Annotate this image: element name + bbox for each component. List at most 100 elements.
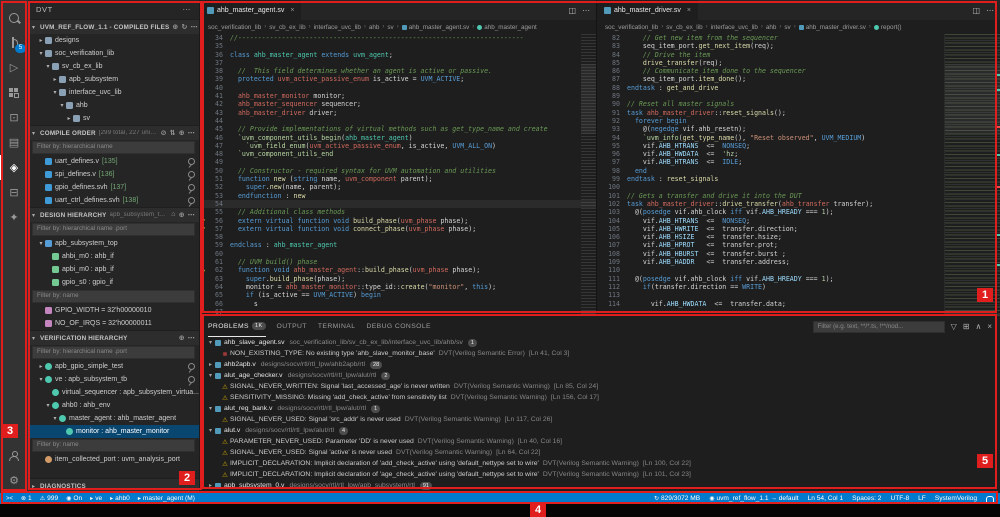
hier-crumb-master-agent[interactable]: ▸ master_agent (M) — [138, 495, 195, 502]
tools-icon[interactable]: ✦ — [0, 205, 28, 230]
section-action-icon[interactable]: ⋯ — [188, 211, 195, 219]
pin-icon[interactable] — [188, 158, 195, 165]
breadcrumb-item[interactable]: sv — [387, 24, 393, 31]
breadcrumb-item[interactable]: sv_cb_ex_lib — [666, 24, 702, 31]
section-action-icon[interactable]: ⇅ — [170, 129, 176, 137]
tree-item[interactable]: NO_OF_IRQS = 32'h00000011 — [28, 317, 199, 330]
tree-item[interactable]: ▾ apb_subsystem_top — [28, 237, 199, 250]
problem-issue-row[interactable]: ⚠ SENSITIVITY_MISSING: Missing 'add_check… — [200, 392, 1000, 403]
tree-item[interactable]: virtual_sequencer : apb_subsystem_virtua… — [28, 386, 199, 399]
hier-crumb-ve[interactable]: ▸ ve — [90, 495, 102, 502]
editor-action-icon[interactable]: ⋯ — [986, 6, 994, 15]
breadcrumb-item[interactable]: ahb — [369, 24, 380, 31]
breadcrumb-item[interactable]: interface_uvc_lib — [314, 24, 361, 31]
breadcrumb-item[interactable]: ahb — [766, 24, 777, 31]
indent-setting[interactable]: Spaces: 2 — [852, 495, 881, 502]
tree-item[interactable]: ▾ ahb0 : ahb_env — [28, 399, 199, 412]
problem-file-row[interactable]: ▸ apb_subsystem_0.v designs/socv/rtl/rtl_l… — [200, 480, 1000, 491]
filter-hint-input[interactable]: Filter by: name — [32, 290, 195, 303]
editor-action-icon[interactable]: ◫ — [972, 6, 980, 15]
section-action-icon[interactable]: ⋯ — [188, 334, 195, 342]
tree-item[interactable]: item_collected_port : uvm_analysis_port — [28, 453, 199, 466]
code-area[interactable]: 82 // Get new item from the sequencer 83 … — [597, 34, 1000, 315]
section-action-icon[interactable]: ⊘ — [161, 129, 167, 137]
section-action-icon[interactable]: ⊕ — [172, 23, 178, 31]
tree-item[interactable]: ▸ designs — [28, 34, 199, 47]
panel-tab-problems[interactable]: PROBLEMS 1K — [208, 316, 266, 337]
tree-item[interactable]: ▸ apb_subsystem — [28, 73, 199, 86]
section-header-compile-order[interactable]: ▾ COMPILE ORDER [299 total, 227 uniq...] ⊘ ⇅… — [28, 125, 199, 140]
filter-hint-input[interactable]: Filter by: name — [32, 439, 195, 452]
account-icon[interactable] — [0, 443, 28, 468]
filter-hint-input[interactable]: Filter by: hierarchical name .port — [32, 223, 195, 236]
breadcrumb-item[interactable]: ahb_master_agent.sv — [401, 24, 469, 31]
tree-item[interactable]: uart_ctrl_defines.svh [138] — [28, 194, 199, 207]
panel-tab-debug-console[interactable]: DEBUG CONSOLE — [366, 316, 431, 337]
dvt-build-config[interactable]: ◉ uvm_ref_flow_1.1 → default — [709, 495, 798, 502]
code-area[interactable]: 34 //------------------------------------… — [200, 34, 596, 315]
pin-icon[interactable] — [188, 363, 195, 370]
tree-item[interactable]: GPIO_WIDTH = 32'h00000010 — [28, 304, 199, 317]
source-control-icon[interactable]: 5 — [0, 30, 28, 55]
problem-issue-row[interactable]: ⚠ IMPLICIT_DECLARATION: Implicit declarat… — [200, 469, 1000, 480]
pin-icon[interactable] — [188, 184, 195, 191]
eol[interactable]: LF — [918, 495, 926, 502]
warnings-count[interactable]: ⚠ 999 — [40, 495, 58, 502]
problem-file-row[interactable]: ▾ ahb_slave_agent.sv soc_verification_lib/… — [200, 337, 1000, 348]
views-icon[interactable]: ⊞ — [963, 322, 970, 331]
section-header-uvm-ref-flow-1-1-compiled-files[interactable]: ▾ UVM_REF_FLOW_1.1 - COMPILED FILES ⊕ ↻ ⋯ — [28, 19, 199, 34]
filter-hint-input[interactable]: Filter by: hierarchical name .port — [32, 346, 195, 359]
problem-issue-row[interactable]: ⚠ SIGNAL_NEVER_WRITTEN: Signal 'last_acce… — [200, 381, 1000, 392]
tree-item[interactable]: spi_defines.v [136] — [28, 168, 199, 181]
breadcrumb-item[interactable]: ahb_master_driver.sv — [798, 24, 866, 31]
remote-explorer-icon[interactable]: ⊡ — [0, 105, 28, 130]
panel-tab-output[interactable]: OUTPUT — [277, 316, 307, 337]
minimap-slider[interactable] — [945, 64, 1000, 134]
tab-close-icon[interactable]: × — [290, 7, 294, 14]
dvt-status[interactable]: ◉ On — [66, 495, 82, 502]
breadcrumb-item[interactable]: ahb_master_agent — [477, 24, 537, 31]
section-action-icon[interactable]: ↻ — [181, 23, 187, 31]
breadcrumb-item[interactable]: report() — [873, 24, 902, 31]
problem-issue-row[interactable]: ⊗ NON_EXISTING_TYPE: No existing type 'ah… — [200, 348, 1000, 359]
close-panel-icon[interactable]: × — [987, 322, 992, 331]
tab-close-icon[interactable]: × — [687, 7, 691, 14]
tree-item[interactable]: gpio_defines.svh [137] — [28, 181, 199, 194]
language-mode[interactable]: SystemVerilog — [935, 495, 977, 502]
tree-item[interactable]: ▾ sv_cb_ex_lib — [28, 60, 199, 73]
maximize-panel-icon[interactable]: ∧ — [975, 322, 981, 331]
problem-issue-row[interactable]: ⚠ SIGNAL_NEVER_USED: Signal 'src_addr' is… — [200, 414, 1000, 425]
run-debug-icon[interactable]: ▷ — [0, 55, 28, 80]
errors-count[interactable]: ⊗ 1 — [21, 495, 32, 502]
tab-ahb_master_driver.sv[interactable]: ahb_master_driver.sv × — [597, 0, 699, 20]
tree-item[interactable]: ▾ ve : apb_subsystem_tb — [28, 373, 199, 386]
tree-item[interactable]: ▾ master_agent : ahb_master_agent — [28, 412, 199, 425]
search-icon[interactable] — [0, 5, 28, 30]
breadcrumb-item[interactable]: soc_verification_lib — [208, 24, 261, 31]
section-header-design-hierarchy[interactable]: ▾ DESIGN HIERARCHY apb_subsystem_t... ⌂ ⊕ ⋯ — [28, 207, 199, 222]
problem-file-row[interactable]: ▾ alut.v designs/socv/rtl/rtl_lpw/alut/rtl… — [200, 425, 1000, 436]
section-action-icon[interactable]: ⊕ — [179, 129, 185, 137]
editor-action-icon[interactable]: ◫ — [568, 6, 576, 15]
tree-item[interactable]: monitor : ahb_master_monitor — [28, 425, 199, 438]
panel-tab-terminal[interactable]: TERMINAL — [318, 316, 356, 337]
problem-issue-row[interactable]: ⚠ PARAMETER_NEVER_USED: Parameter 'DD' is… — [200, 436, 1000, 447]
problem-file-row[interactable]: ▸ ahb2apb.v designs/socv/rtl/rtl_lpw/ahb2a… — [200, 359, 1000, 370]
tree-item[interactable]: ▾ soc_verification_lib — [28, 47, 199, 60]
section-action-icon[interactable]: ⊕ — [179, 334, 185, 342]
cursor-position[interactable]: Ln 54, Col 1 — [808, 495, 844, 502]
tree-item[interactable]: apbi_m0 : apb_if — [28, 263, 199, 276]
tree-item[interactable]: ▾ ahb — [28, 99, 199, 112]
remote-indicator[interactable]: >< — [6, 496, 13, 502]
problems-filter-input[interactable] — [812, 320, 945, 333]
memory-indicator[interactable]: ↻ 829/3072 MB — [654, 495, 700, 502]
section-action-icon[interactable]: ⋯ — [188, 129, 195, 137]
tab-ahb_master_agent.sv[interactable]: ahb_master_agent.sv × — [200, 0, 302, 20]
pin-icon[interactable] — [188, 376, 195, 383]
docs-icon[interactable]: ▤ — [0, 130, 28, 155]
tree-item[interactable]: ▸ sv — [28, 112, 199, 125]
editor-action-icon[interactable]: ⋯ — [582, 6, 590, 15]
section-action-icon[interactable]: ⋯ — [191, 23, 198, 31]
notifications-bell-icon[interactable] — [986, 495, 994, 504]
section-header-diagnostics[interactable]: ▸ DIAGNOSTICS — [28, 478, 199, 493]
